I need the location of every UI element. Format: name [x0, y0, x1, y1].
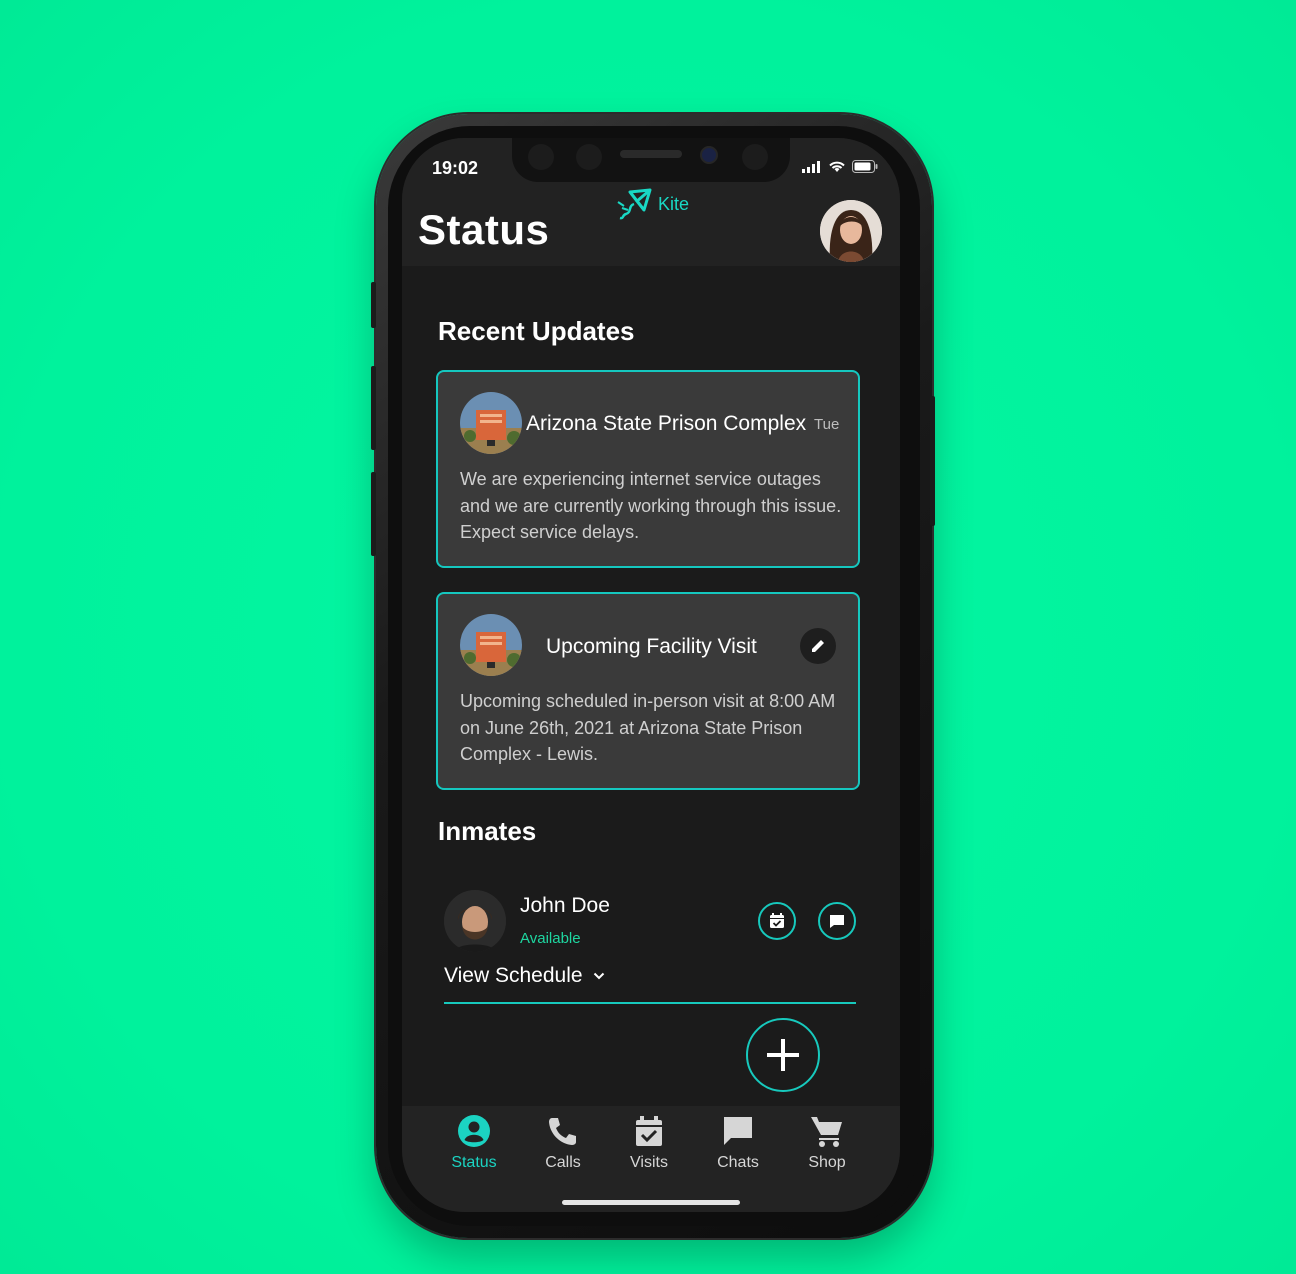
tab-shop-label: Shop [808, 1154, 846, 1171]
tab-visits[interactable]: Visits [609, 1114, 689, 1172]
background: 19:02 Status Kite Recent Updates Arizona… [0, 0, 1296, 1274]
facility-thumbnail [460, 614, 522, 676]
visit-card[interactable]: Upcoming Facility Visit Upcoming schedul… [436, 592, 860, 790]
phone-volume-up [371, 366, 376, 450]
pencil-icon [812, 638, 826, 652]
recent-updates-heading: Recent Updates [438, 316, 635, 346]
bottom-tab-bar: Status Calls Visits Chats Shop [402, 1106, 900, 1212]
battery-icon [852, 160, 878, 173]
facility-thumbnail [460, 392, 522, 454]
sensor-dot [576, 144, 602, 170]
visit-card-body: Upcoming scheduled in-person visit at 8:… [460, 691, 836, 764]
signal-icon [802, 160, 820, 173]
chat-bubble-icon [830, 915, 844, 928]
tab-visits-label: Visits [630, 1154, 668, 1171]
message-inmate-button[interactable] [818, 902, 856, 940]
shopping-cart-icon [811, 1117, 842, 1147]
tab-chats-label: Chats [717, 1154, 759, 1171]
user-circle-icon [458, 1115, 490, 1147]
visit-card-title: Upcoming Facility Visit [546, 635, 757, 658]
page-title: Status [418, 206, 550, 253]
wifi-icon [829, 161, 845, 172]
tab-shop[interactable]: Shop [787, 1114, 867, 1172]
profile-avatar[interactable] [820, 200, 882, 262]
calendar-check-icon [636, 1116, 662, 1146]
inmate-photo [444, 890, 506, 952]
sensor-dot [528, 144, 554, 170]
home-indicator[interactable] [562, 1200, 740, 1205]
app-screen: 19:02 Status Kite Recent Updates Arizona… [402, 138, 900, 1212]
view-schedule-toggle[interactable]: View Schedule [444, 964, 605, 988]
plus-icon [767, 1039, 799, 1071]
phone-volume-down [371, 472, 376, 556]
update-card-body: We are experiencing internet service out… [460, 469, 842, 542]
phone-power-button [930, 396, 935, 526]
brand-name: Kite [658, 193, 690, 214]
tab-status-label: Status [451, 1154, 497, 1171]
phone-icon [549, 1118, 576, 1145]
calendar-check-icon [770, 913, 784, 928]
user-photo [820, 200, 882, 262]
inmate-avatar[interactable] [444, 890, 506, 952]
view-schedule-label: View Schedule [444, 964, 583, 987]
facility-photo [460, 614, 522, 676]
brand-logo: Kite [614, 188, 689, 220]
update-card-title: Arizona State Prison Complex [526, 412, 807, 435]
schedule-divider [444, 1002, 856, 1004]
front-camera [700, 146, 718, 164]
edit-visit-button[interactable] [800, 628, 836, 664]
update-card[interactable]: Arizona State Prison Complex Tue We are … [436, 370, 860, 568]
add-button[interactable] [746, 1018, 820, 1092]
status-bar-time: 19:02 [432, 158, 479, 178]
update-card-day: Tue [814, 416, 840, 433]
earpiece-speaker [620, 150, 682, 158]
schedule-visit-button[interactable] [758, 902, 796, 940]
inmate-name: John Doe [520, 894, 610, 917]
tab-calls[interactable]: Calls [523, 1114, 603, 1172]
sensor-dot [742, 144, 768, 170]
phone-silent-switch [371, 282, 376, 328]
kite-logo-icon [617, 188, 652, 220]
tab-calls-label: Calls [545, 1154, 581, 1171]
inmates-heading: Inmates [438, 816, 537, 846]
status-bar-icons [802, 160, 878, 173]
tab-status[interactable]: Status [434, 1114, 514, 1172]
tab-chats[interactable]: Chats [698, 1114, 778, 1172]
inmate-status-badge: Available [520, 930, 581, 947]
chevron-down-icon [593, 972, 604, 980]
facility-photo [460, 392, 522, 454]
phone-notch [512, 138, 790, 182]
chat-bubble-icon [724, 1117, 752, 1145]
